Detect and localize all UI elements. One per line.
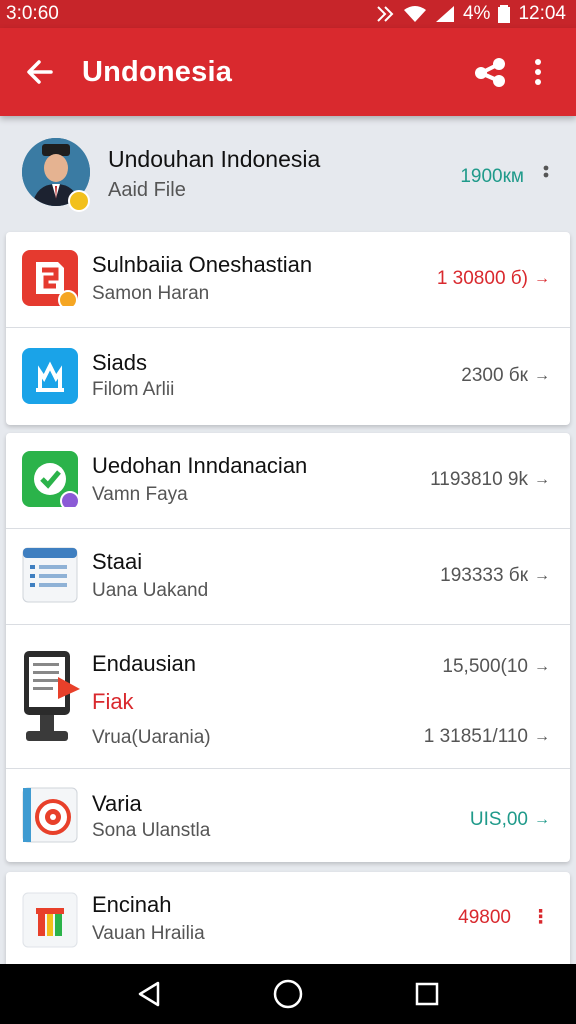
flag-app-icon (22, 892, 78, 948)
circle-home-icon (273, 979, 303, 1009)
system-nav-bar (0, 964, 576, 1024)
wifi-icon (403, 6, 426, 22)
card: Sulnbaiia Oneshastian Samon Haran 1 3080… (6, 232, 570, 425)
header-more-button[interactable] (536, 162, 556, 186)
status-bar: 3:0:60 4% 12:04 (0, 0, 576, 28)
header-title: Undouhan Indonesia (108, 146, 321, 172)
app-red-icon (22, 250, 78, 306)
item-subtitle: Vrua(Uarania) (92, 727, 211, 748)
arrow-right-icon: → (534, 367, 550, 384)
status-icons: 4% 12:04 (375, 3, 566, 25)
arrow-right-icon: → (534, 567, 550, 584)
arrow-right-icon: → (534, 658, 550, 675)
list-item[interactable]: Encinah Vauan Hrailia 49800 ⋮ (6, 872, 570, 964)
item-value-text: 1193810 9k (430, 469, 528, 490)
app-green-icon (22, 451, 78, 507)
more-options-button[interactable] (514, 44, 562, 100)
status-clock: 12:04 (518, 3, 566, 24)
item-subtitle: Samon Haran (92, 283, 210, 304)
item-value-text: 193333 бк (440, 565, 528, 586)
battery-icon (498, 5, 511, 23)
item-value-text: 2300 бк (461, 365, 528, 386)
app-blue-icon (22, 348, 78, 404)
card: Uedohan Inndanacian Vamn Faya 1193810 9k… (6, 433, 570, 862)
page-title: Undonesia (82, 55, 233, 88)
item-value-text: 15,500(10 (442, 656, 528, 677)
item-subtitle: Vamn Faya (92, 484, 188, 505)
item-value[interactable]: 2300 бк → (461, 365, 550, 387)
list-item[interactable]: Endausian Fiak Vrua(Uarania) 15,500(10 →… (6, 625, 570, 769)
signal-icon (435, 6, 454, 22)
back-button[interactable] (12, 44, 68, 100)
item-name: Endausian (92, 651, 196, 676)
nav-back-button[interactable] (119, 970, 179, 1018)
header-value: 1900км (460, 166, 524, 187)
item-subtitle: Vauan Hrailia (92, 923, 205, 944)
app-bar: Undonesia (0, 28, 576, 116)
item-value-text: UIS,00 (469, 809, 528, 830)
item-name: Uedohan Inndanacian (92, 453, 308, 478)
header-subtitle: Aaid File (108, 179, 186, 201)
item-value[interactable]: 49800 ⋮ (458, 906, 550, 929)
list-item[interactable]: Staai Uana Uakand 193333 бк → (6, 529, 570, 625)
item-subtitle: Sona Ulanstla (92, 820, 211, 841)
item-value[interactable]: 1193810 9k → (430, 469, 550, 491)
verified-badge-icon (68, 190, 90, 212)
item-value[interactable]: 1 30800 б) → (437, 268, 550, 290)
target-app-icon (22, 787, 78, 843)
item-name: Sulnbaiia Oneshastian (92, 252, 313, 277)
notification-icon (377, 6, 394, 22)
item-value-secondary[interactable]: 1 31851/110 → (424, 726, 550, 748)
card: Encinah Vauan Hrailia 49800 ⋮ (6, 872, 570, 964)
item-name: Staai (92, 549, 143, 574)
triangle-back-icon (139, 981, 160, 1007)
item-value-secondary-text: 1 31851/110 (423, 726, 528, 747)
item-value-text: 1 30800 б) (436, 268, 528, 289)
item-name: Varia (92, 791, 142, 816)
more-vert-icon (543, 165, 549, 178)
share-icon (475, 58, 505, 87)
status-time: 3:0:60 (6, 3, 59, 24)
share-button[interactable] (466, 44, 514, 100)
item-subtitle: Filom Arlii (92, 379, 175, 400)
nav-home-button[interactable] (258, 970, 318, 1018)
ebook-reader-icon (24, 651, 80, 741)
square-recents-icon (415, 982, 438, 1006)
item-subtitle: Uana Uakand (92, 580, 209, 601)
arrow-left-icon (27, 60, 53, 84)
item-value[interactable]: UIS,00 → (470, 809, 550, 831)
item-tag: Fiak (92, 689, 134, 714)
more-vert-icon: ⋮ (531, 907, 550, 928)
arrow-right-icon: → (534, 270, 550, 287)
nav-recents-button[interactable] (397, 970, 457, 1018)
item-name: Encinah (92, 892, 172, 917)
item-name: Siads (92, 350, 148, 375)
item-value-text: 49800 (458, 906, 511, 928)
list-item[interactable]: Sulnbaiia Oneshastian Samon Haran 1 3080… (6, 232, 570, 328)
arrow-right-icon: → (534, 728, 550, 745)
item-value[interactable]: 193333 бк → (440, 565, 550, 587)
content: Undouhan Indonesia Aaid File 1900км Suln… (0, 116, 576, 964)
header-text: Undouhan Indonesia Aaid File (108, 146, 320, 202)
more-vert-icon (535, 59, 541, 85)
profile-header[interactable]: Undouhan Indonesia Aaid File 1900км (0, 116, 576, 228)
battery-percent: 4% (462, 3, 491, 24)
list-item[interactable]: Uedohan Inndanacian Vamn Faya 1193810 9k… (6, 433, 570, 529)
list-item[interactable]: Varia Sona Ulanstla UIS,00 → (6, 769, 570, 862)
item-value[interactable]: 15,500(10 → (442, 656, 550, 678)
document-list-icon (22, 547, 78, 603)
arrow-right-icon: → (534, 471, 550, 488)
arrow-right-icon: → (534, 811, 550, 828)
list-item[interactable]: Siads Filom Arlii 2300 бк → (6, 328, 570, 425)
